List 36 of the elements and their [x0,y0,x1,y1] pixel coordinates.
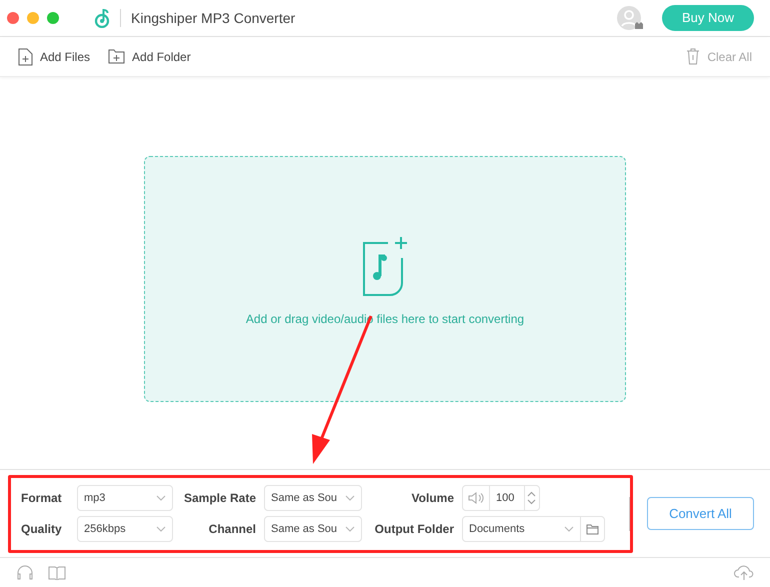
upload-cloud-icon[interactable] [734,564,754,580]
minimize-window-button[interactable] [27,12,39,24]
volume-value: 100 [496,490,516,506]
field-label: Output Folder [374,521,454,538]
dropdown[interactable]: Same as Sou [264,485,362,511]
volume-spinner[interactable]: 100 [462,485,540,511]
folder-plus-icon [108,49,126,64]
chevron-down-icon [564,526,574,532]
app-logo-icon [94,8,110,28]
field-label: Volume [410,490,454,507]
user-avatar-icon[interactable] [616,5,644,31]
headset-icon[interactable] [16,564,34,580]
file-plus-icon [18,48,33,66]
trash-icon [686,48,700,65]
dropdown[interactable]: mp3 [77,485,173,511]
window-title: Kingshiper MP3 Converter [131,8,296,28]
close-window-button[interactable] [7,12,19,24]
field-label: Channel [208,521,256,538]
speaker-icon [468,492,484,504]
field-label: Sample Rate [182,490,256,507]
dropdown[interactable]: 256kbps [77,516,173,542]
dropdown[interactable]: Same as Sou [264,516,362,542]
chevron-down-icon [156,526,166,532]
decrement-icon[interactable] [527,499,536,505]
music-file-add-icon [360,236,410,296]
chevron-down-icon [345,495,355,501]
add-folder-button[interactable]: Add Folder [108,48,191,66]
chevron-down-icon [345,526,355,532]
chevron-down-icon [156,495,166,501]
book-icon[interactable] [48,566,66,580]
folder-icon[interactable] [586,524,599,534]
field-label: Format [21,490,63,507]
zoom-window-button[interactable] [47,12,59,24]
add-files-button[interactable]: Add Files [18,48,90,66]
field-label: Quality [21,521,63,538]
increment-icon[interactable] [527,491,536,497]
